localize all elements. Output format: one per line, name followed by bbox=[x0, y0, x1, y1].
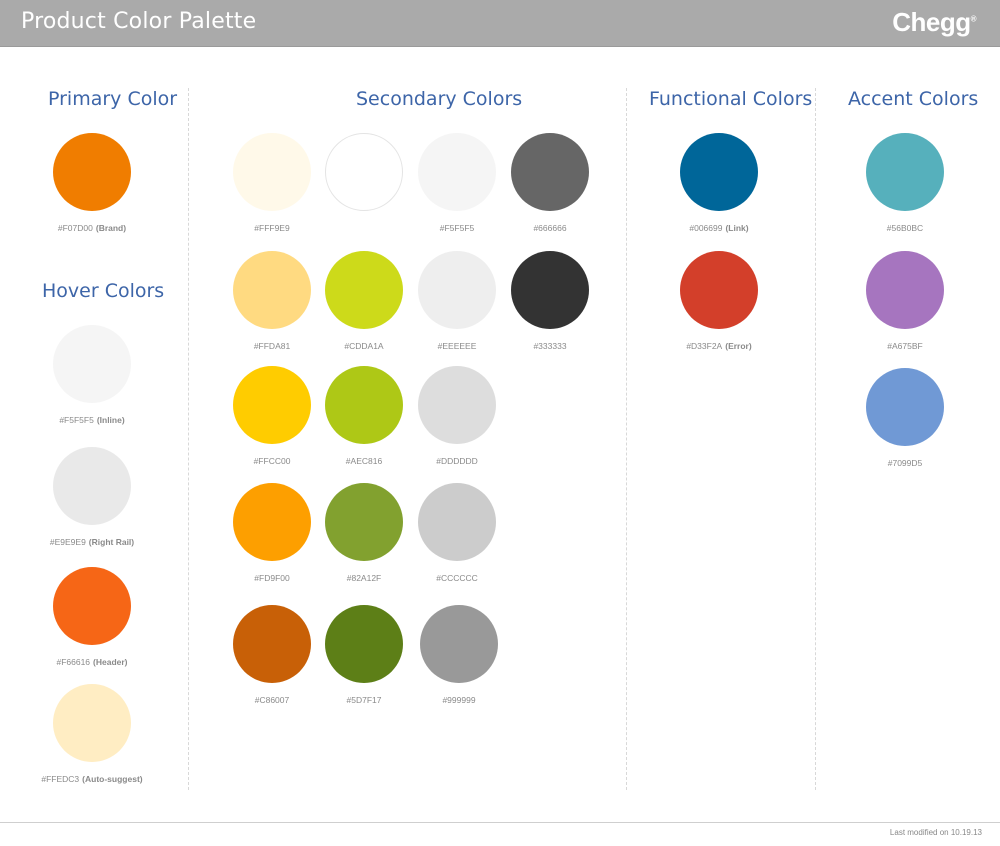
hover-colors-heading: Hover Colors bbox=[42, 280, 165, 302]
color-swatch: #56B0BC bbox=[835, 133, 975, 233]
color-swatch-auto-suggest: #FFEDC3 (Auto-suggest) bbox=[22, 684, 162, 784]
swatch-circle bbox=[866, 251, 944, 329]
swatch-caption: #F07D00 (Brand) bbox=[57, 223, 127, 233]
swatch-caption: #A675BF bbox=[887, 341, 923, 351]
color-swatch-right-rail: #E9E9E9 (Right Rail) bbox=[22, 447, 162, 547]
registered-mark: ® bbox=[970, 14, 977, 24]
swatch-caption: #DDDDDD bbox=[436, 456, 478, 466]
swatch-circle bbox=[418, 366, 496, 444]
footer-divider bbox=[0, 822, 1000, 823]
color-swatch-inline: #F5F5F5 (Inline) bbox=[22, 325, 162, 425]
swatch-circle bbox=[511, 133, 589, 211]
swatch-caption: #999999 bbox=[442, 695, 476, 705]
swatch-circle bbox=[680, 251, 758, 329]
page-title: Product Color Palette bbox=[21, 9, 257, 34]
functional-colors-heading: Functional Colors bbox=[649, 88, 813, 110]
swatch-circle bbox=[418, 483, 496, 561]
color-swatch-brand: #F07D00 (Brand) bbox=[22, 133, 162, 233]
swatch-caption: #333333 bbox=[533, 341, 567, 351]
header-bar: Product Color Palette Chegg® bbox=[0, 0, 1000, 47]
swatch-caption: #CCCCCC bbox=[436, 573, 478, 583]
column-divider bbox=[626, 88, 627, 790]
swatch-caption: #7099D5 bbox=[887, 458, 923, 468]
color-swatch: #666666 bbox=[480, 133, 620, 233]
chegg-logo: Chegg® bbox=[892, 7, 976, 38]
color-swatch-link: #006699 (Link) bbox=[649, 133, 789, 233]
swatch-caption: #E9E9E9 (Right Rail) bbox=[49, 537, 135, 547]
swatch-circle bbox=[866, 368, 944, 446]
primary-color-heading: Primary Color bbox=[48, 88, 178, 110]
accent-colors-heading: Accent Colors bbox=[848, 88, 979, 110]
swatch-caption: #56B0BC bbox=[886, 223, 924, 233]
swatch-caption: #F5F5F5 (Inline) bbox=[59, 415, 125, 425]
column-divider bbox=[188, 88, 189, 790]
swatch-circle bbox=[53, 325, 131, 403]
swatch-caption: #D33F2A (Error) bbox=[686, 341, 752, 351]
column-divider bbox=[815, 88, 816, 790]
color-swatch: #A675BF bbox=[835, 251, 975, 351]
swatch-caption: #666666 bbox=[533, 223, 567, 233]
color-swatch: #333333 bbox=[480, 251, 620, 351]
swatch-circle bbox=[53, 133, 131, 211]
color-swatch: #999999 bbox=[389, 605, 529, 705]
logo-text: Chegg bbox=[892, 7, 971, 37]
swatch-circle bbox=[680, 133, 758, 211]
color-swatch-header: #F66616 (Header) bbox=[22, 567, 162, 667]
color-swatch: #7099D5 bbox=[835, 368, 975, 468]
swatch-circle bbox=[866, 133, 944, 211]
swatch-circle bbox=[53, 567, 131, 645]
last-modified-text: Last modified on 10.19.13 bbox=[889, 828, 982, 837]
swatch-caption: #FFEDC3 (Auto-suggest) bbox=[41, 774, 143, 784]
color-swatch-error: #D33F2A (Error) bbox=[649, 251, 789, 351]
color-swatch: #CCCCCC bbox=[387, 483, 527, 583]
secondary-colors-heading: Secondary Colors bbox=[356, 88, 523, 110]
swatch-circle bbox=[511, 251, 589, 329]
color-swatch: #DDDDDD bbox=[387, 366, 527, 466]
swatch-caption: #006699 (Link) bbox=[689, 223, 749, 233]
swatch-circle bbox=[53, 684, 131, 762]
swatch-circle bbox=[420, 605, 498, 683]
swatch-circle bbox=[53, 447, 131, 525]
swatch-caption: #F66616 (Header) bbox=[56, 657, 128, 667]
